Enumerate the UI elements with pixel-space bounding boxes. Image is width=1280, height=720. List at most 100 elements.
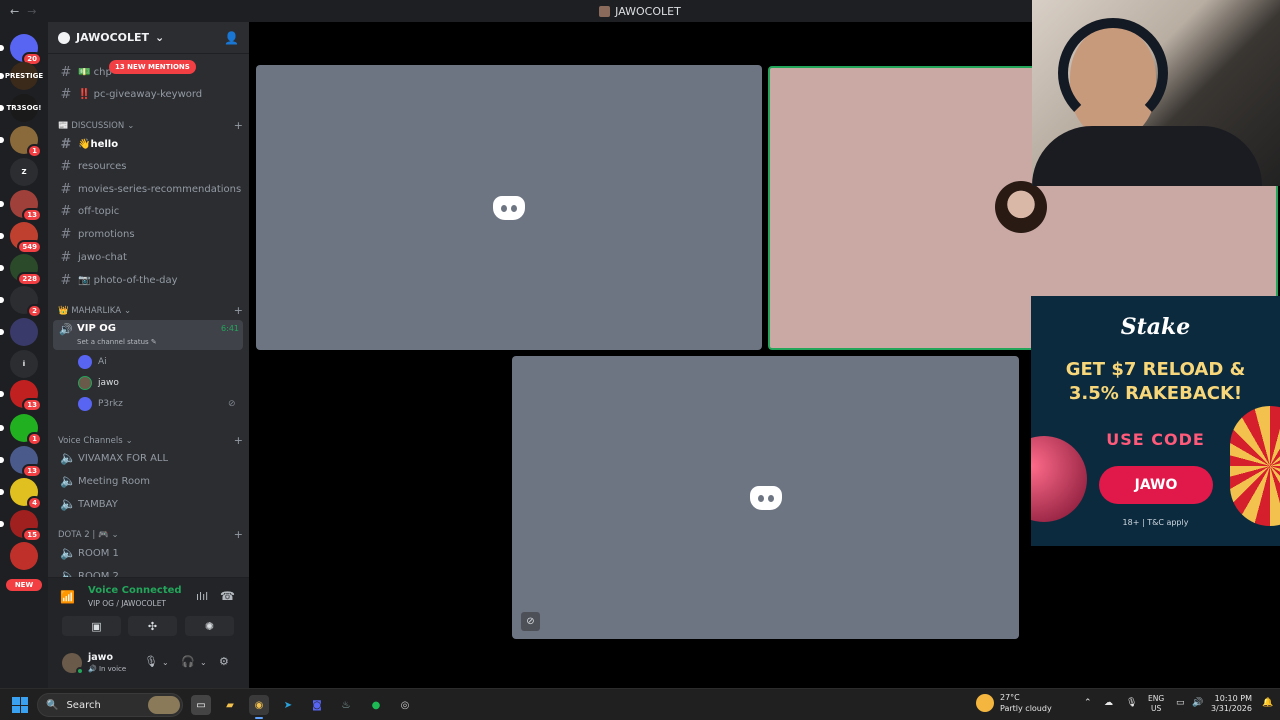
volume-icon[interactable]: 🔊 [1192, 698, 1203, 708]
server-icon-3[interactable]: 1 [0, 126, 42, 158]
ad-headline-line-2: 3.5% RAKEBACK! [1068, 383, 1243, 404]
new-server-pill[interactable]: NEW [6, 579, 42, 591]
deafened-icon: ⊘ [228, 399, 236, 409]
channel-item[interactable]: # ‼️ pc-giveaway-keyword [54, 84, 243, 104]
add-member-icon[interactable]: 👤 [224, 31, 239, 45]
mic-options-chevron-icon[interactable]: ⌄ [162, 658, 169, 667]
clock[interactable]: 10:10 PM 3/31/2026 [1210, 694, 1252, 714]
language-indicator[interactable]: ENG US [1148, 694, 1164, 714]
steam-icon[interactable]: ♨ [336, 695, 356, 715]
server-icon-8[interactable]: 2 [0, 286, 42, 318]
channel-item[interactable]: 🔈 ROOM 1 [54, 543, 243, 563]
server-icon-14[interactable]: 4 [0, 478, 42, 510]
channel-item[interactable]: # jawo-chat [54, 247, 243, 267]
onedrive-icon[interactable]: ☁ [1104, 698, 1113, 708]
speaker-icon: 🔊 [59, 323, 73, 336]
hash-icon: # [60, 86, 72, 102]
unread-pip [0, 297, 4, 303]
category-maharlika[interactable]: 👑 MAHARLIKA ⌄ + [58, 304, 243, 317]
channel-item[interactable]: # off-topic [54, 201, 243, 221]
audio-options-chevron-icon[interactable]: ⌄ [200, 658, 207, 667]
search-label: Search [66, 699, 101, 711]
network-icon[interactable]: ▭ [1176, 698, 1185, 708]
activities-button[interactable]: ✣ [128, 616, 177, 636]
voice-timer: 6:41 [221, 324, 239, 333]
category-discussion[interactable]: 📰 DISCUSSION ⌄ + [58, 119, 243, 132]
telegram-icon[interactable]: ➤ [278, 695, 298, 715]
voice-user[interactable]: Ai [78, 353, 107, 371]
server-icon-9[interactable] [0, 318, 38, 346]
add-channel-icon[interactable]: + [234, 434, 243, 447]
settings-gear-icon[interactable]: ⚙ [219, 655, 229, 668]
add-channel-icon[interactable]: + [234, 528, 243, 541]
microphone-icon[interactable]: 🎙 [144, 655, 158, 668]
server-icon-5[interactable]: 13 [0, 190, 42, 222]
server-icon-0[interactable]: 20 [0, 34, 42, 66]
screen-share-button[interactable]: ▣ [72, 616, 121, 636]
sponsor-ad: Stake GET $7 RELOAD & 3.5% RAKEBACK! USE… [1031, 296, 1280, 546]
user-avatar[interactable] [62, 653, 84, 675]
taskbar-search[interactable]: 🔍 Search [37, 693, 183, 717]
server-icon-1[interactable]: PRESTIGE [0, 62, 43, 90]
server-icon-7[interactable]: 228 [0, 254, 42, 286]
voice-user[interactable]: jawo [78, 374, 119, 392]
server-icon-13[interactable]: 13 [0, 446, 42, 478]
channel-item[interactable]: 🔈 Meeting Room [54, 471, 243, 491]
server-label: Z [21, 168, 27, 176]
username[interactable]: jawo [88, 652, 113, 663]
server-icon-16[interactable] [10, 542, 38, 570]
channel-status[interactable]: Set a channel status ✎ [77, 338, 157, 346]
voice-channel-vip-og[interactable]: 🔊 VIP OG Set a channel status ✎ 6:41 [53, 320, 243, 350]
voice-user[interactable]: P3rkz [78, 395, 123, 413]
channel-item[interactable]: 🔈 TAMBAY [54, 494, 243, 514]
channel-name: movies-series-recommendations [78, 183, 242, 195]
server-name: JAWOCOLET [76, 31, 150, 44]
category-dota[interactable]: DOTA 2 | 🎮 ⌄ + [58, 528, 243, 541]
category-voice-channels[interactable]: Voice Channels ⌄ + [58, 434, 243, 447]
ad-brand: Stake [1120, 314, 1191, 340]
server-icon-15[interactable]: 15 [0, 510, 42, 542]
participant-tile-p3rkz[interactable]: ⊘ [512, 356, 1019, 639]
clock-time: 10:10 PM [1214, 694, 1252, 703]
voice-connected-subtitle[interactable]: VIP OG / JAWOCOLET [88, 599, 166, 608]
weather-widget[interactable]: 27°C Partly cloudy [976, 692, 1052, 714]
server-header[interactable]: JAWOCOLET ⌄ 👤 [48, 22, 249, 54]
headphones-icon[interactable]: 🎧 [181, 655, 195, 668]
participant-tile-ai[interactable] [256, 65, 762, 350]
server-icon-2[interactable]: TR3SOG! [0, 94, 41, 122]
task-view-icon[interactable]: ▭ [191, 695, 211, 715]
channel-item[interactable]: 🔈 VIVAMAX FOR ALL [54, 448, 243, 468]
hash-icon: # [60, 136, 72, 152]
noise-suppression-icon[interactable]: ılıl [196, 590, 208, 603]
spotify-icon[interactable]: ● [366, 695, 386, 715]
tray-chevron-icon[interactable]: ⌃ [1084, 698, 1092, 708]
server-icon-4[interactable]: Z [10, 158, 38, 186]
channel-item[interactable]: # resources [54, 156, 243, 176]
discord-app-icon[interactable]: ◙ [307, 695, 327, 715]
chrome-icon[interactable]: ◉ [249, 695, 269, 719]
channel-item[interactable]: # promotions [54, 224, 243, 244]
signal-icon[interactable]: 📶 [60, 590, 75, 604]
new-mentions-pill[interactable]: 13 NEW MENTIONS [109, 60, 196, 74]
channel-name: 💵 chp [78, 66, 112, 78]
file-explorer-icon[interactable]: ▰ [220, 695, 240, 715]
disconnect-icon[interactable]: ☎ [220, 589, 235, 603]
notifications-icon[interactable]: 🔔 [1262, 698, 1273, 708]
channel-item[interactable]: # 👋hello [54, 134, 243, 154]
server-icon-11[interactable]: 13 [0, 380, 42, 412]
voice-connected-title[interactable]: Voice Connected [88, 585, 182, 596]
add-channel-icon[interactable]: + [234, 119, 243, 132]
add-channel-icon[interactable]: + [234, 304, 243, 317]
channel-item[interactable]: # movies-series-recommendations [54, 179, 243, 199]
obs-icon[interactable]: ◎ [395, 695, 415, 715]
tray-mic-icon[interactable]: 🎙 [1126, 698, 1137, 708]
channel-item[interactable]: # 📷 photo-of-the-day [54, 270, 243, 290]
server-icon-12[interactable]: 1 [0, 414, 42, 446]
soundboard-button[interactable]: ✺ [185, 616, 234, 636]
server-icon-10[interactable]: i [10, 350, 38, 378]
speaker-icon: 🔈 [60, 496, 77, 512]
user-avatar [78, 397, 92, 411]
windows-start-icon[interactable] [12, 697, 28, 713]
server-icon-6[interactable]: 549 [0, 222, 42, 254]
unread-pip [0, 105, 4, 111]
